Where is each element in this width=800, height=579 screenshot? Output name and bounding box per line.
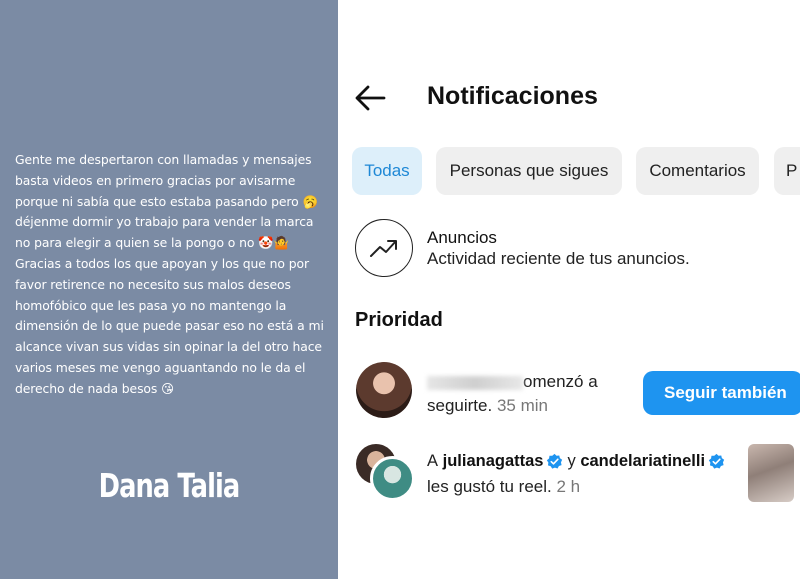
tab-partial[interactable]: P [774, 147, 800, 195]
notification-message: seguirte. [427, 396, 493, 415]
tab-all[interactable]: Todas [352, 147, 422, 195]
notification-prefix: A [427, 452, 439, 470]
notification-time: 35 min [496, 396, 548, 415]
notification-text-line2[interactable]: les gustó tu reel. 2 h [427, 477, 580, 497]
page-title: Notificaciones [427, 82, 598, 110]
notification-text[interactable]: omenzó a [427, 372, 598, 392]
notification-conjunction: y [567, 452, 576, 470]
verified-badge-icon [708, 453, 725, 469]
notification-text[interactable]: A julianagattas y candelariatinelli [427, 452, 729, 471]
ads-title[interactable]: Anuncios [427, 228, 497, 248]
verified-badge-icon [547, 453, 563, 469]
story-panel: Gente me despertaron con llamadas y mens… [0, 0, 338, 579]
brand-logo: Dana Talia [98, 466, 241, 505]
ads-subtitle[interactable]: Actividad reciente de tus anuncios. [427, 249, 690, 269]
avatar[interactable] [370, 456, 415, 501]
trending-up-icon[interactable] [355, 219, 413, 277]
section-title-priority: Prioridad [355, 309, 443, 331]
back-arrow-icon[interactable] [354, 84, 386, 112]
username-link[interactable]: candelariatinelli [580, 452, 705, 471]
notification-message: les gustó tu reel. [427, 477, 552, 496]
story-text: Gente me despertaron con llamadas y mens… [15, 152, 324, 396]
tab-comments[interactable]: Comentarios [636, 147, 759, 195]
follow-back-button[interactable]: Seguir también [643, 371, 800, 415]
avatar[interactable] [356, 362, 412, 418]
notifications-screen: Notificaciones Todas Personas que sigues… [338, 0, 800, 579]
username-link[interactable]: julianagattas [443, 452, 544, 471]
notification-action-text: omenzó a [523, 372, 598, 391]
notification-text-line2[interactable]: seguirte. 35 min [427, 396, 548, 416]
reel-thumbnail[interactable] [748, 444, 794, 502]
blurred-username [427, 375, 523, 390]
notification-time: 2 h [556, 477, 581, 496]
tab-following[interactable]: Personas que sigues [436, 147, 622, 195]
